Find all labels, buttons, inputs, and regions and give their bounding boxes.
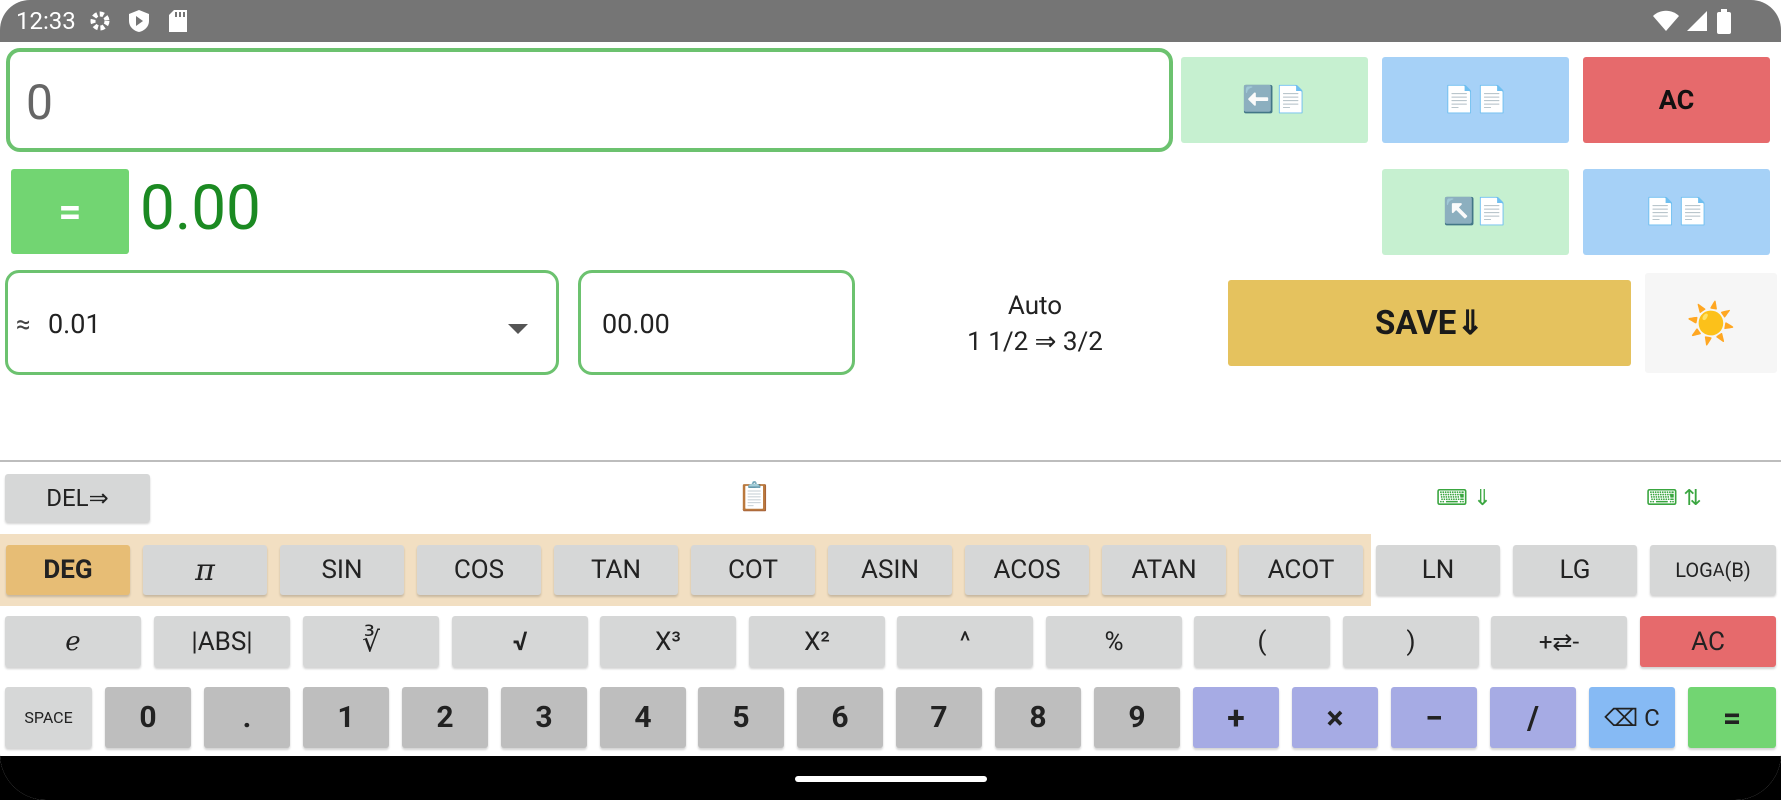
key-cube[interactable]: X³	[600, 616, 736, 667]
equals-button[interactable]: =	[11, 169, 129, 254]
navigation-bar	[0, 756, 1781, 800]
key-5[interactable]: 5	[698, 687, 784, 748]
precision-select[interactable]: ≈ 0.01	[5, 270, 559, 375]
key-sin[interactable]: SIN	[280, 545, 404, 595]
key-lg[interactable]: LG	[1513, 545, 1637, 595]
key-asin[interactable]: ASIN	[828, 545, 952, 595]
log-label: LOG	[1675, 558, 1713, 582]
key-percent[interactable]: %	[1046, 616, 1182, 667]
clear-all-button[interactable]: AC	[1583, 57, 1770, 143]
fraction-mode-title: Auto	[1007, 291, 1063, 321]
dropdown-arrow-icon	[508, 321, 528, 340]
key-cos[interactable]: COS	[417, 545, 541, 595]
key-backspace-clear[interactable]: ⌫ C	[1589, 687, 1675, 748]
key-sqrt[interactable]: √	[452, 616, 588, 667]
key-ln[interactable]: LN	[1376, 545, 1500, 595]
paste-at-cursor-button[interactable]: ↖️📄	[1382, 169, 1569, 255]
key-3[interactable]: 3	[501, 687, 587, 748]
expression-input[interactable]: 0	[6, 48, 1173, 152]
key-log-a-b[interactable]: LOG A (B)	[1650, 545, 1776, 595]
sun-icon: ☀️	[1686, 299, 1736, 347]
key-acos[interactable]: ACOS	[965, 545, 1089, 595]
key-4[interactable]: 4	[600, 687, 686, 748]
home-handle[interactable]	[795, 776, 987, 782]
format-field[interactable]: 00.00	[578, 270, 855, 375]
status-time: 12:33	[16, 7, 76, 35]
swap-keyboard-button[interactable]: ⌨ ⇅	[1646, 486, 1702, 511]
key-9[interactable]: 9	[1094, 687, 1180, 748]
result-value: 0.00	[140, 172, 261, 245]
key-decimal[interactable]: .	[204, 687, 290, 748]
shield-icon	[128, 9, 150, 37]
wifi-icon	[1652, 9, 1680, 37]
key-divide[interactable]: /	[1490, 687, 1576, 748]
hide-keyboard-button[interactable]: ⌨ ⇓	[1436, 486, 1492, 511]
expression-value: 0	[26, 74, 53, 131]
keyboard-divider	[0, 460, 1781, 462]
battery-icon	[1716, 9, 1732, 39]
key-multiply[interactable]: ×	[1292, 687, 1378, 748]
gear-icon	[88, 9, 112, 37]
key-square[interactable]: X²	[749, 616, 885, 667]
fraction-mode-example: 1 1/2 ⇒ 3/2	[967, 327, 1103, 357]
key-space[interactable]: SPACE	[5, 687, 92, 748]
paste-from-clipboard-button[interactable]: ⬅️📄	[1181, 57, 1368, 143]
fraction-mode-toggle[interactable]: Auto 1 1/2 ⇒ 3/2	[900, 288, 1170, 360]
key-acot[interactable]: ACOT	[1239, 545, 1363, 595]
key-e[interactable]: e	[5, 616, 141, 667]
key-sign-toggle[interactable]: +⇄-	[1491, 616, 1627, 667]
format-value: 00.00	[602, 308, 670, 340]
key-power[interactable]: ^	[897, 616, 1033, 667]
key-1[interactable]: 1	[303, 687, 389, 748]
key-all-clear[interactable]: AC	[1640, 616, 1776, 667]
key-atan[interactable]: ATAN	[1102, 545, 1226, 595]
key-subtract[interactable]: −	[1391, 687, 1477, 748]
key-cube-root[interactable]: ∛	[303, 616, 439, 667]
key-abs[interactable]: |ABS|	[154, 616, 290, 667]
key-2[interactable]: 2	[402, 687, 488, 748]
key-open-paren[interactable]: (	[1194, 616, 1330, 667]
signal-icon	[1686, 9, 1708, 37]
delete-forward-button[interactable]: DEL⇒	[5, 474, 150, 522]
approx-symbol: ≈	[16, 310, 31, 340]
key-tan[interactable]: TAN	[554, 545, 678, 595]
key-cot[interactable]: COT	[691, 545, 815, 595]
calculator-screen: 12:33 0 ⬅️📄 📄📄 AC = 0.00 ↖️📄 📄📄 ≈ 0.01 0…	[0, 0, 1781, 800]
clipboard-icon[interactable]: 📋	[737, 480, 772, 513]
key-pi[interactable]: π	[143, 545, 267, 595]
precision-value: 0.01	[48, 308, 101, 340]
theme-toggle-button[interactable]: ☀️	[1645, 273, 1777, 373]
sd-card-icon	[168, 9, 188, 37]
copy-result-button[interactable]: 📄📄	[1583, 169, 1770, 255]
key-add[interactable]: +	[1193, 687, 1279, 748]
key-8[interactable]: 8	[995, 687, 1081, 748]
save-button[interactable]: SAVE⇓	[1228, 280, 1631, 366]
key-0[interactable]: 0	[105, 687, 191, 748]
key-6[interactable]: 6	[797, 687, 883, 748]
key-deg[interactable]: DEG	[6, 545, 130, 595]
key-equals[interactable]: =	[1688, 687, 1776, 748]
key-close-paren[interactable]: )	[1343, 616, 1479, 667]
copy-expression-button[interactable]: 📄📄	[1382, 57, 1569, 143]
log-suffix: (B)	[1724, 558, 1751, 582]
key-7[interactable]: 7	[896, 687, 982, 748]
log-subscript: A	[1712, 559, 1725, 581]
status-bar: 12:33	[0, 0, 1781, 42]
